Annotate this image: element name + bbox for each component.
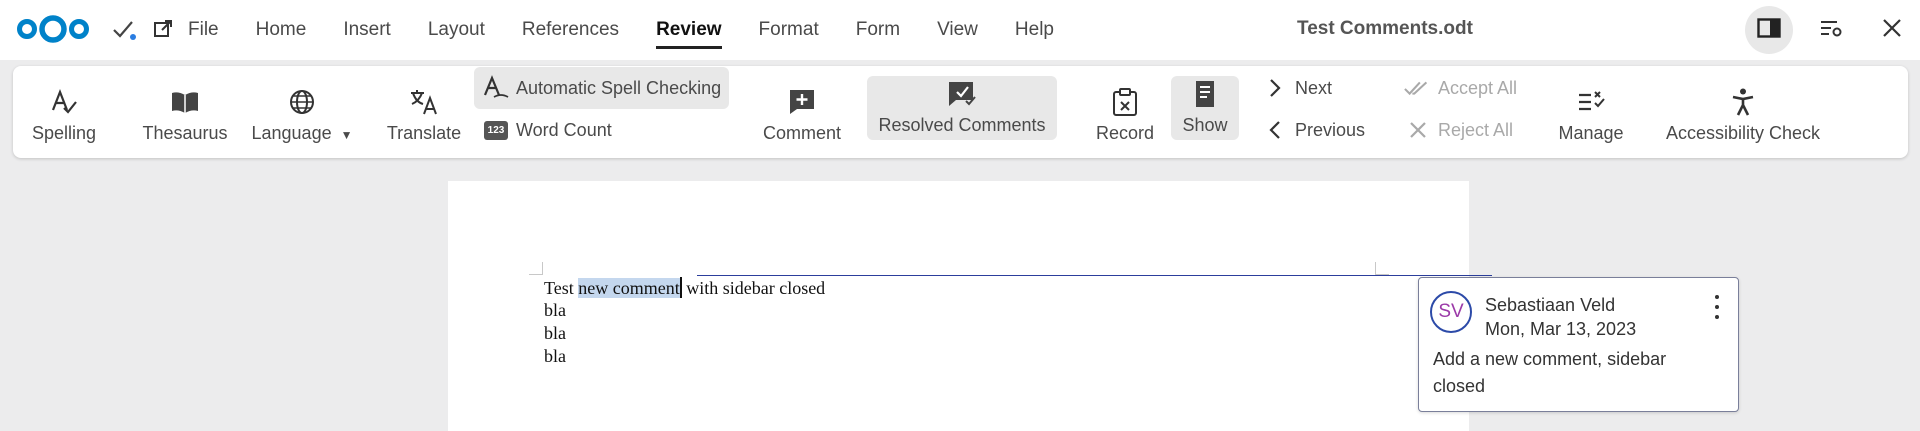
thesaurus-button[interactable]: Thesaurus <box>125 66 245 158</box>
check-icon <box>111 16 137 42</box>
spelling-icon <box>50 86 78 118</box>
nextcloud-logo[interactable] <box>16 12 90 46</box>
comment-anchor-line <box>697 275 1492 276</box>
comment-date: Mon, Mar 13, 2023 <box>1485 319 1637 339</box>
menu-file[interactable]: File <box>188 0 219 60</box>
menu-insert[interactable]: Insert <box>343 0 391 60</box>
word-count-icon: 123 <box>482 120 510 140</box>
globe-icon <box>288 86 316 118</box>
menu-form[interactable]: Form <box>856 0 900 60</box>
sidebar-toggle-icon <box>1757 17 1781 43</box>
external-link-icon[interactable] <box>150 16 176 42</box>
automatic-spell-checking-toggle[interactable]: Automatic Spell Checking <box>474 67 730 109</box>
menu-view[interactable]: View <box>937 0 978 60</box>
menu-home[interactable]: Home <box>256 0 307 60</box>
page-margin-mark-right <box>1375 262 1389 275</box>
accessibility-check-button[interactable]: Accessibility Check <box>1643 66 1843 158</box>
record-button[interactable]: Record <box>1080 66 1170 158</box>
menu-layout[interactable]: Layout <box>428 0 485 60</box>
document-title: Test Comments.odt <box>1297 18 1473 39</box>
comment-button[interactable]: Comment <box>753 66 851 158</box>
chevron-right-icon <box>1261 78 1289 98</box>
translate-button[interactable]: Translate <box>366 66 482 158</box>
paragraph-line-3[interactable]: bla <box>544 323 566 344</box>
kebab-menu-icon[interactable] <box>1709 295 1725 319</box>
resolved-comment-icon <box>948 78 976 110</box>
avatar: SV <box>1430 291 1472 333</box>
chevron-down-icon: ▼ <box>340 128 353 142</box>
spell-check-icon <box>482 75 510 101</box>
manage-button[interactable]: Manage <box>1541 66 1641 158</box>
language-button[interactable]: Language ▼ <box>243 66 361 158</box>
menu-format[interactable]: Format <box>759 0 819 60</box>
show-changes-button[interactable]: Show <box>1171 76 1239 140</box>
chevron-left-icon <box>1261 120 1289 140</box>
show-changes-icon <box>1192 78 1218 110</box>
menu-help[interactable]: Help <box>1015 0 1054 60</box>
reject-all-button[interactable]: Reject All <box>1396 109 1521 151</box>
word-count-button[interactable]: 123 Word Count <box>474 109 620 151</box>
close-icon <box>1882 18 1902 43</box>
spelling-button[interactable]: Spelling <box>15 66 113 158</box>
menu-references[interactable]: References <box>522 0 619 60</box>
page-margin-mark-left <box>529 262 543 275</box>
accept-all-button[interactable]: Accept All <box>1396 67 1525 109</box>
resolved-comments-button[interactable]: Resolved Comments <box>867 76 1057 140</box>
comment-text: Add a new comment, sidebar closed <box>1433 349 1667 396</box>
double-check-icon <box>1404 78 1432 98</box>
x-icon <box>1404 120 1432 140</box>
accessibility-icon <box>1731 86 1755 118</box>
comment-card[interactable]: SV Sebastiaan Veld Mon, Mar 13, 2023 Add… <box>1418 277 1739 412</box>
sidebar-toggle-button[interactable] <box>1745 6 1793 54</box>
settings-button[interactable] <box>1807 6 1855 54</box>
close-button[interactable] <box>1868 6 1916 54</box>
paragraph-line-1[interactable]: Test new comment with sidebar closed <box>544 277 825 299</box>
manage-changes-icon <box>1577 86 1605 118</box>
comment-author: Sebastiaan Veld <box>1485 295 1616 315</box>
top-bar: File Home Insert Layout References Revie… <box>0 0 1920 60</box>
main-menu: File Home Insert Layout References Revie… <box>188 0 1091 60</box>
previous-change-button[interactable]: Previous <box>1253 109 1373 151</box>
paragraph-line-4[interactable]: bla <box>544 346 566 367</box>
review-toolbar: Spelling Thesaurus Language ▼ Translate … <box>13 66 1908 158</box>
document-page[interactable] <box>448 181 1469 431</box>
selected-text[interactable]: new comment <box>578 278 680 298</box>
translate-icon <box>409 86 439 118</box>
book-icon <box>170 86 200 118</box>
paragraph-line-2[interactable]: bla <box>544 300 566 321</box>
add-comment-icon <box>789 86 815 118</box>
menu-review[interactable]: Review <box>656 0 723 60</box>
next-change-button[interactable]: Next <box>1253 67 1340 109</box>
record-changes-icon <box>1112 86 1138 118</box>
settings-icon <box>1819 18 1843 43</box>
